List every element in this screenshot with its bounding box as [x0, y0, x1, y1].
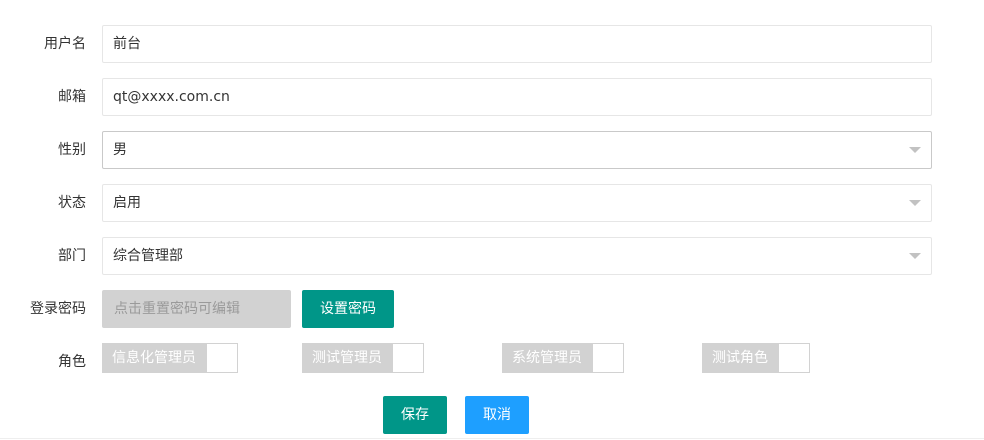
roles-row: 角色 信息化管理员 测试管理员 系统管理员 测试角色 [0, 343, 984, 381]
gender-row: 性别 男 [0, 131, 984, 169]
status-select[interactable]: 启用 [102, 184, 932, 222]
password-label: 登录密码 [30, 301, 86, 317]
roles-label: 角色 [58, 354, 86, 370]
role-checkbox-info-admin[interactable]: 信息化管理员 [102, 343, 238, 373]
role-check-box [592, 343, 624, 373]
department-select[interactable]: 综合管理部 [102, 237, 932, 275]
divider [0, 438, 984, 439]
department-row: 部门 综合管理部 [0, 237, 984, 275]
status-row: 状态 启用 [0, 184, 984, 222]
role-label: 测试管理员 [302, 343, 392, 373]
gender-select[interactable]: 男 [102, 131, 932, 169]
role-check-box [778, 343, 810, 373]
role-check-box [392, 343, 424, 373]
password-placeholder: 点击重置密码可编辑 [114, 301, 240, 317]
chevron-down-icon [909, 200, 921, 206]
role-label: 系统管理员 [502, 343, 592, 373]
gender-label: 性别 [58, 142, 86, 158]
email-value: qt@xxxx.com.cn [113, 89, 230, 105]
password-input[interactable]: 点击重置密码可编辑 [102, 290, 291, 328]
role-checkbox-test-role[interactable]: 测试角色 [702, 343, 810, 373]
chevron-down-icon [909, 147, 921, 153]
username-value: 前台 [113, 36, 141, 52]
email-input[interactable]: qt@xxxx.com.cn [102, 78, 932, 116]
role-check-box [206, 343, 238, 373]
department-label: 部门 [58, 248, 86, 264]
set-password-button[interactable]: 设置密码 [302, 290, 394, 328]
role-label: 测试角色 [702, 343, 778, 373]
chevron-down-icon [909, 253, 921, 259]
status-label: 状态 [58, 195, 86, 211]
role-label: 信息化管理员 [102, 343, 206, 373]
department-value: 综合管理部 [113, 248, 183, 264]
user-edit-form: 用户名 前台 邮箱 qt@xxxx.com.cn 性别 男 状态 启用 部门 综… [0, 0, 984, 440]
email-label: 邮箱 [58, 89, 86, 105]
role-checkbox-system-admin[interactable]: 系统管理员 [502, 343, 624, 373]
username-input[interactable]: 前台 [102, 25, 932, 63]
status-value: 启用 [113, 195, 141, 211]
role-checkbox-test-admin[interactable]: 测试管理员 [302, 343, 424, 373]
email-row: 邮箱 qt@xxxx.com.cn [0, 78, 984, 116]
password-row: 登录密码 点击重置密码可编辑 设置密码 [0, 290, 984, 328]
gender-value: 男 [113, 142, 127, 158]
username-row: 用户名 前台 [0, 25, 984, 63]
save-button[interactable]: 保存 [383, 396, 447, 434]
username-label: 用户名 [44, 36, 86, 52]
cancel-button[interactable]: 取消 [465, 396, 529, 434]
